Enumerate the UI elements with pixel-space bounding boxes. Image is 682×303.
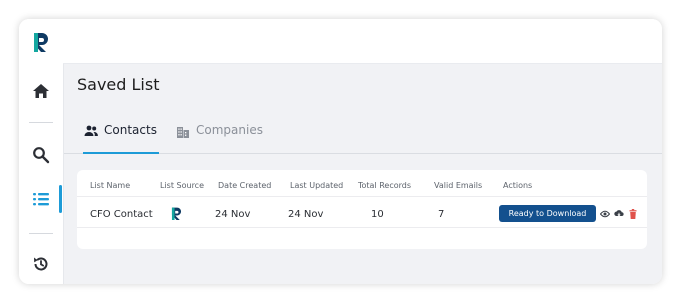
view-button[interactable]	[599, 208, 610, 219]
app-logo-icon	[34, 33, 48, 52]
row-divider	[77, 227, 647, 228]
saved-lists-table: List Name List Source Date Created Last …	[77, 170, 647, 249]
tab-contacts[interactable]: Contacts	[84, 123, 157, 153]
app-window: Saved List Contacts Companies List Name …	[19, 19, 662, 284]
history-icon	[34, 257, 48, 271]
column-header-list-source: List Source	[160, 181, 205, 190]
list-icon	[33, 193, 49, 206]
column-header-valid-emails: Valid Emails	[434, 181, 483, 190]
sidebar-item-home[interactable]	[29, 79, 53, 103]
column-header-actions: Actions	[503, 181, 533, 190]
building-icon	[177, 127, 189, 138]
tab-bar: Contacts Companies	[64, 123, 662, 154]
users-icon	[84, 125, 98, 136]
app-logo-icon	[171, 207, 182, 220]
eye-icon	[599, 210, 610, 217]
ready-to-download-button[interactable]: Ready to Download	[499, 205, 596, 222]
header-divider	[77, 196, 647, 197]
main-content: Saved List Contacts Companies List Name …	[64, 64, 662, 284]
sidebar-item-history[interactable]	[29, 252, 53, 276]
column-header-last-updated: Last Updated	[290, 181, 344, 190]
sidebar-item-search[interactable]	[29, 143, 53, 167]
tab-label: Companies	[196, 123, 263, 137]
cloud-download-icon	[613, 210, 624, 217]
search-icon	[33, 147, 50, 164]
cell-valid-emails: 7	[438, 209, 445, 220]
column-header-total-records: Total Records	[358, 181, 412, 190]
tab-companies[interactable]: Companies	[176, 123, 263, 153]
delete-button[interactable]	[627, 208, 638, 219]
cell-total-records: 10	[371, 209, 384, 220]
active-tab-indicator	[83, 152, 159, 154]
sidebar-divider	[29, 233, 53, 234]
sidebar-item-lists[interactable]	[29, 187, 53, 211]
tab-label: Contacts	[104, 123, 157, 137]
home-icon	[33, 84, 49, 98]
cell-last-updated: 24 Nov	[288, 209, 324, 220]
trash-icon	[629, 208, 636, 219]
sidebar	[19, 19, 64, 284]
sidebar-divider	[29, 122, 53, 123]
top-bar	[63, 19, 662, 64]
column-header-list-name: List Name	[90, 181, 131, 190]
download-button[interactable]	[613, 208, 624, 219]
column-header-date-created: Date Created	[218, 181, 272, 190]
page-title: Saved List	[77, 75, 160, 94]
cell-list-name[interactable]: CFO Contact	[90, 209, 153, 220]
cell-date-created: 24 Nov	[215, 209, 251, 220]
active-nav-indicator	[59, 185, 62, 213]
